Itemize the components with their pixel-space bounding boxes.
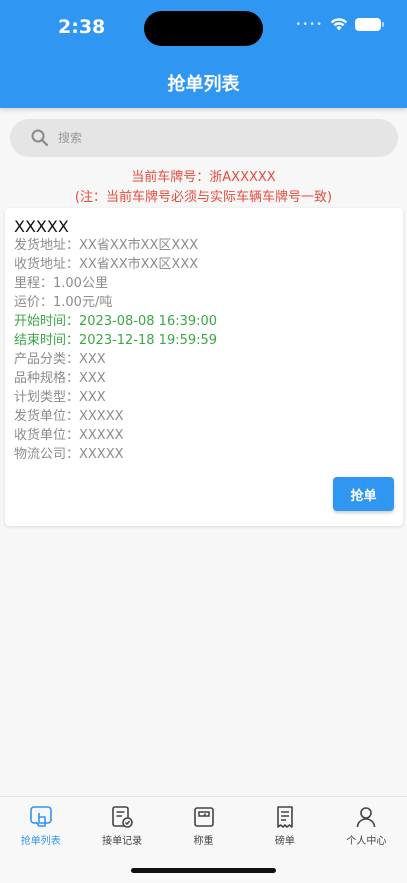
hand-tap-icon: [29, 806, 52, 827]
tab-grab-list[interactable]: 抢单列表: [0, 797, 81, 883]
receiver: 收货单位：XXXXX: [14, 428, 124, 443]
dynamic-island: [144, 11, 263, 46]
shipper: 发货单位：XXXXX: [14, 409, 124, 424]
page-title: 抢单列表: [167, 74, 240, 95]
app-header: 2:38 •••• 抢单列表: [0, 0, 407, 108]
wifi-icon: [330, 18, 348, 31]
scale-icon: [193, 807, 214, 827]
freight-price: 运价：1.00元/吨: [14, 295, 113, 310]
tab-label: 磅单: [274, 836, 295, 847]
signal-icon: ••••: [295, 19, 323, 30]
plate-notice: 当前车牌号：浙AXXXXX: [131, 170, 276, 185]
person-icon: [357, 807, 376, 828]
variety-spec: 品种规格：XXX: [14, 371, 106, 386]
document-check-icon: [112, 806, 133, 828]
order-title: XXXXX: [14, 217, 69, 236]
search-input[interactable]: [58, 131, 358, 145]
tab-label: 抢单列表: [20, 836, 61, 847]
status-icons: ••••: [295, 18, 384, 31]
status-time: 2:38: [58, 16, 106, 38]
product-category: 产品分类：XXX: [14, 352, 106, 367]
tab-label: 称重: [193, 836, 214, 847]
receive-address: 收货地址：XX省XX市XX区XXX: [14, 257, 199, 272]
search-icon: [31, 129, 49, 147]
mileage: 里程：1.00公里: [14, 276, 108, 291]
grab-order-button[interactable]: 抢单: [333, 477, 394, 511]
tab-label: 接单记录: [102, 836, 143, 847]
end-time: 结束时间：2023-12-18 19:59:59: [14, 333, 218, 348]
receipt-icon: [277, 806, 293, 828]
plan-type: 计划类型：XXX: [14, 390, 106, 405]
start-time: 开始时间：2023-08-08 16:39:00: [14, 314, 218, 329]
tab-label: 个人中心: [346, 836, 387, 847]
order-details: 发货地址：XX省XX市XX区XXX 收货地址：XX省XX市XX区XXX 里程：1…: [14, 236, 217, 464]
logistics-company: 物流公司：XXXXX: [14, 447, 124, 462]
ship-address: 发货地址：XX省XX市XX区XXX: [14, 238, 199, 253]
battery-icon: [355, 18, 384, 31]
tab-profile[interactable]: 个人中心: [326, 797, 407, 883]
plate-hint: (注：当前车牌号必须与实际车辆车牌号一致): [74, 190, 333, 205]
search-bar[interactable]: [10, 119, 398, 157]
home-indicator: [131, 868, 276, 873]
order-card: XXXXX 发货地址：XX省XX市XX区XXX 收货地址：XX省XX市XX区XX…: [5, 208, 403, 526]
